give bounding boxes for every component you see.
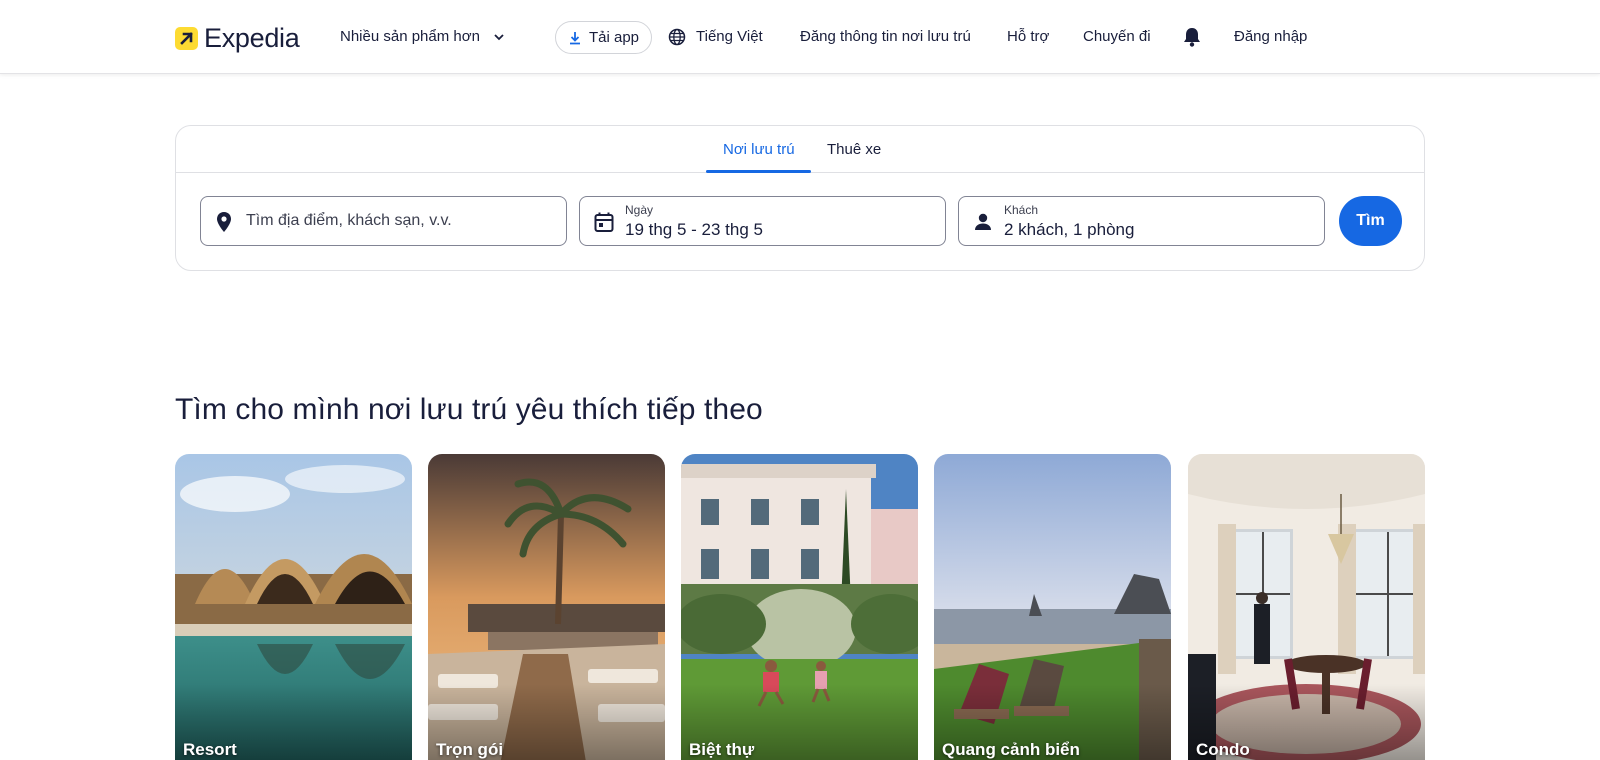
calendar-icon (594, 212, 614, 232)
dates-field[interactable]: Ngày 19 thg 5 - 23 thg 5 (579, 196, 946, 246)
category-card-package[interactable]: Trọn gói (428, 454, 665, 760)
support-link[interactable]: Hỗ trợ (1007, 27, 1049, 47)
get-app-button[interactable]: Tải app (555, 21, 652, 54)
support-label: Hỗ trợ (1007, 28, 1050, 45)
travelers-value: 2 khách, 1 phòng (1004, 220, 1135, 239)
category-card-villa[interactable]: Biệt thự (681, 454, 918, 760)
trips-link[interactable]: Chuyến đi (1083, 27, 1151, 47)
active-tab-indicator (706, 170, 811, 173)
list-property-label: Đăng thông tin nơi lưu trú (800, 28, 971, 45)
more-products-menu[interactable]: Nhiều sản phẩm hơn (340, 27, 506, 47)
destination-placeholder: Tìm địa điểm, khách sạn, v.v. (246, 212, 452, 229)
search-button[interactable]: Tìm (1339, 196, 1402, 246)
section-title: Tìm cho mình nơi lưu trú yêu thích tiếp … (175, 393, 763, 426)
expedia-logo[interactable]: Expedia (175, 23, 300, 53)
card-label: Resort (183, 740, 237, 759)
notifications-button[interactable] (1182, 26, 1202, 48)
bell-icon (1184, 28, 1200, 47)
card-label: Quang cảnh biển (942, 740, 1080, 759)
get-app-label: Tải app (588, 29, 640, 46)
category-card-resort[interactable]: Resort (175, 454, 412, 760)
language-selector[interactable]: Tiếng Việt (668, 27, 763, 47)
destination-field[interactable]: Tìm địa điểm, khách sạn, v.v. (200, 196, 567, 246)
search-tabs: Nơi lưu trú Thuê xe (176, 126, 1424, 173)
trips-label: Chuyến đi (1083, 28, 1151, 45)
dates-value: 19 thg 5 - 23 thg 5 (625, 220, 763, 239)
language-label: Tiếng Việt (696, 28, 763, 45)
logo-text: Expedia (204, 23, 300, 53)
chevron-down-icon (494, 34, 504, 41)
more-products-label: Nhiều sản phẩm hơn (340, 28, 480, 45)
dates-label: Ngày (625, 203, 654, 217)
card-label: Trọn gói (436, 740, 504, 759)
logo-arrow-icon (175, 26, 198, 50)
list-property-link[interactable]: Đăng thông tin nơi lưu trú (800, 27, 971, 47)
travelers-field[interactable]: Khách 2 khách, 1 phòng (958, 196, 1325, 246)
person-icon (975, 213, 991, 230)
search-form: Nơi lưu trú Thuê xe Tìm địa điểm, khách … (175, 125, 1425, 271)
card-label: Condo (1196, 740, 1250, 759)
globe-icon (668, 28, 686, 46)
tab-cars[interactable]: Thuê xe (827, 141, 881, 159)
travelers-label: Khách (1004, 203, 1039, 217)
category-card-condo[interactable]: Condo (1188, 454, 1425, 760)
download-icon (569, 31, 580, 44)
sign-in-link[interactable]: Đăng nhập (1234, 27, 1307, 47)
card-label: Biệt thự (689, 740, 755, 759)
sign-in-label: Đăng nhập (1234, 28, 1308, 45)
category-card-ocean-view[interactable]: Quang cảnh biển (934, 454, 1171, 760)
tab-stays[interactable]: Nơi lưu trú (723, 141, 795, 159)
top-header: Expedia Nhiều sản phẩm hơn Tải app Tiếng… (0, 0, 1600, 74)
location-pin-icon (217, 212, 231, 232)
